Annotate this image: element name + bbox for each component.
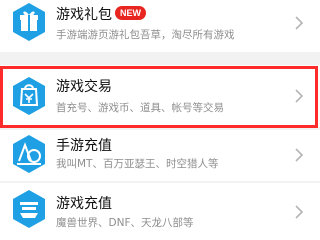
list-item-game-trade[interactable]: 游戏交易 首充号、游戏币、道具、帐号等交易 — [0, 65, 320, 127]
item-subtitle: 魔兽世界、DNF、天龙八部等 — [56, 217, 194, 229]
list-item-mobile-recharge[interactable]: 手游充值 我叫MT、百万亚瑟王、时空猎人等 — [0, 130, 320, 181]
item-subtitle: 首充号、游戏币、道具、帐号等交易 — [56, 102, 224, 114]
chevron-right-icon — [295, 148, 304, 162]
item-subtitle: 手游端游页游礼包吾草，淘尽所有游戏 — [56, 29, 235, 41]
trade-bag-icon — [13, 77, 45, 115]
list-item-game-recharge[interactable]: 游戏充值 魔兽世界、DNF、天龙八部等 — [0, 183, 320, 240]
item-title: 手游充值 — [56, 138, 112, 154]
item-title: 游戏礼包 — [56, 7, 112, 23]
gift-icon — [13, 3, 45, 41]
chevron-right-icon — [295, 16, 304, 30]
item-title: 游戏交易 — [56, 79, 112, 95]
game-recharge-icon — [13, 190, 45, 228]
chevron-right-icon — [295, 205, 304, 219]
service-list: 游戏礼包 NEW 手游端游页游礼包吾草，淘尽所有游戏 游戏交易 首充号、游戏币、… — [0, 0, 320, 240]
item-title: 游戏充值 — [56, 196, 112, 212]
item-subtitle: 我叫MT、百万亚瑟王、时空猎人等 — [56, 158, 219, 170]
chevron-right-icon — [295, 89, 304, 103]
list-item-game-gift[interactable]: 游戏礼包 NEW 手游端游页游礼包吾草，淘尽所有游戏 — [0, 0, 320, 52]
mobile-recharge-icon — [13, 135, 45, 173]
new-badge: NEW — [115, 6, 146, 20]
